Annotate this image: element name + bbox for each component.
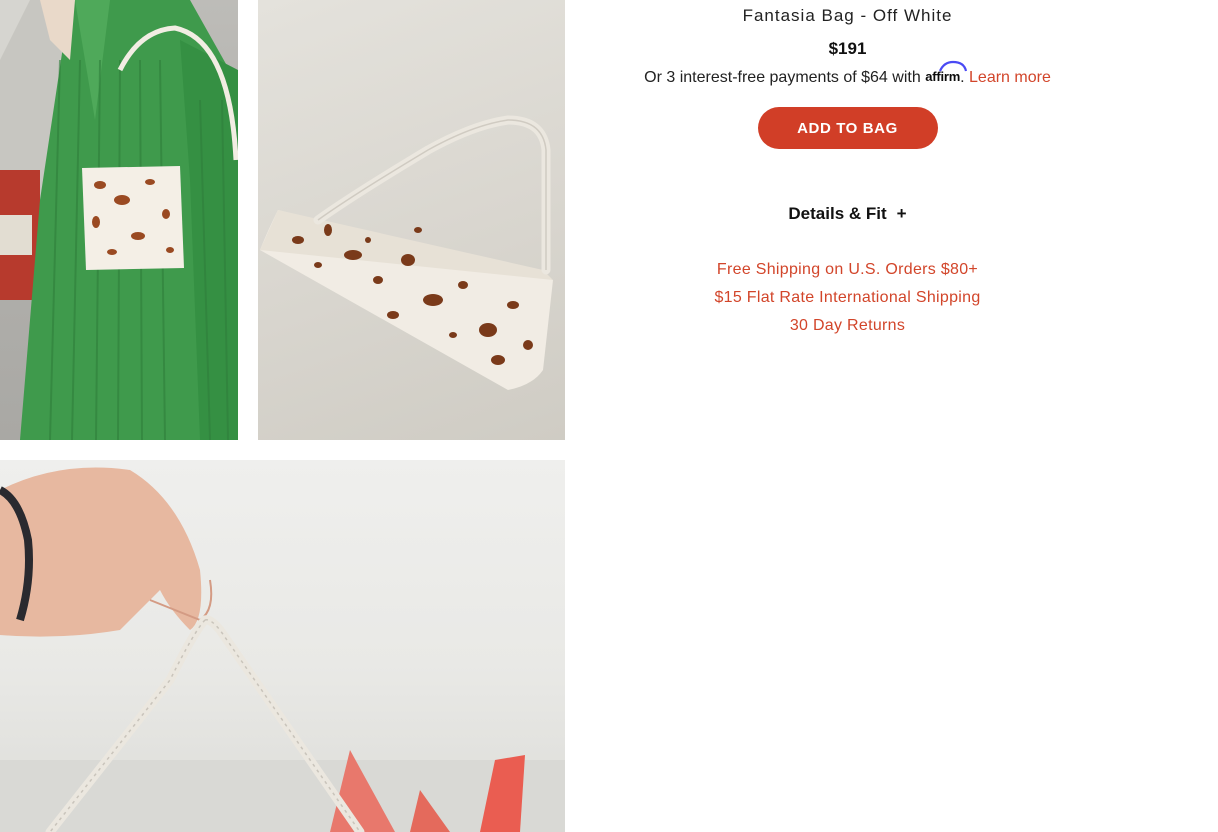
plus-icon: + xyxy=(896,204,907,223)
details-fit-toggle[interactable]: Details & Fit + xyxy=(565,204,1130,224)
product-photo-hand[interactable] xyxy=(0,460,565,832)
affirm-installments: Or 3 interest-free payments of $64 with … xyxy=(565,60,1130,88)
perk-international-shipping: $15 Flat Rate International Shipping xyxy=(714,289,981,306)
product-page: Fantasia Bag - Off White $191 Or 3 inter… xyxy=(0,0,1218,832)
hand-image xyxy=(0,467,565,832)
model-image xyxy=(0,0,238,440)
perk-returns: 30 Day Returns xyxy=(789,317,906,334)
shipping-perks: Free Shipping on U.S. Orders $80+ $15 Fl… xyxy=(565,256,1130,340)
product-photo-model[interactable] xyxy=(0,0,238,440)
details-fit-label: Details & Fit xyxy=(788,204,887,223)
affirm-text: Or 3 interest-free payments of $64 with xyxy=(644,69,921,86)
affirm-logo: affirm xyxy=(925,60,968,87)
perk-free-shipping: Free Shipping on U.S. Orders $80+ xyxy=(716,261,979,278)
add-to-bag-button[interactable]: ADD TO BAG xyxy=(757,107,938,149)
bag-image xyxy=(260,115,553,390)
product-price: $191 xyxy=(828,39,867,58)
product-photo-bag[interactable] xyxy=(258,0,565,440)
affirm-arc-icon xyxy=(939,60,968,72)
product-info: Fantasia Bag - Off White $191 Or 3 inter… xyxy=(565,0,1130,340)
product-title: Fantasia Bag - Off White xyxy=(742,6,953,25)
affirm-learn-more-link[interactable]: Learn more xyxy=(969,69,1051,86)
